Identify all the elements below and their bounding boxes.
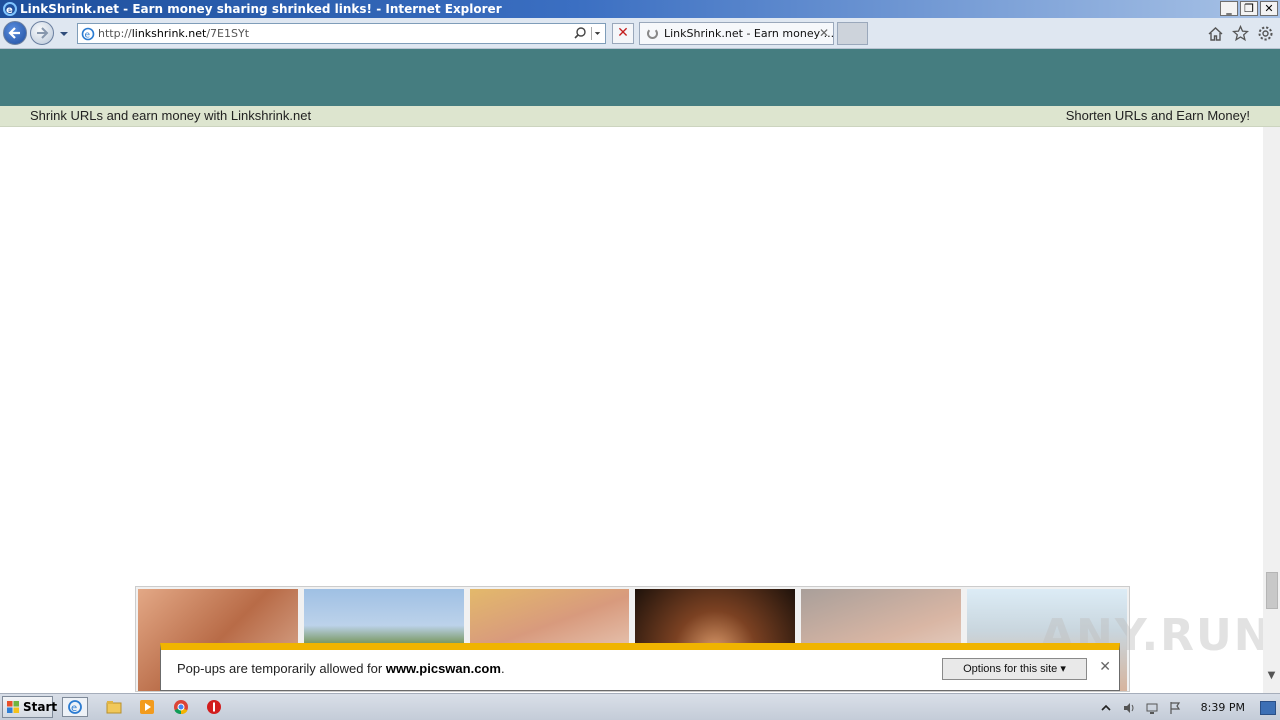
show-desktop-button[interactable] [1260,700,1276,715]
search-icon[interactable] [573,26,587,40]
ie-icon: e [68,700,82,714]
favorites-star-icon[interactable] [1232,25,1249,42]
window-titlebar: e LinkShrink.net - Earn money sharing sh… [0,0,1280,18]
tab-linkshrink[interactable]: LinkShrink.net - Earn money ... ✕ [639,22,834,45]
tagline-left: Shrink URLs and earn money with Linkshri… [30,108,312,123]
start-label: Start [23,700,58,714]
close-window-button[interactable]: ✕ [1260,1,1278,16]
browser-navbar: e http://linkshrink.net/7E1SYt ✕ LinkShr… [0,18,1280,49]
site-header-banner [0,49,1280,106]
new-tab-button[interactable] [837,22,868,45]
taskbar-ie-button[interactable]: e [62,697,88,717]
taskbar-media-player-button[interactable] [136,697,158,717]
popup-notification-message: Pop-ups are temporarily allowed for www.… [177,661,505,676]
forward-button[interactable] [30,21,54,45]
address-dropdown-icon[interactable] [591,27,603,40]
windows-flag-icon [7,701,19,713]
media-player-icon [140,700,154,714]
action-center-flag-icon[interactable] [1168,701,1182,715]
back-button[interactable] [3,21,27,45]
url-path: /7E1SYt [206,27,250,40]
vertical-scrollbar[interactable]: ▼ [1263,127,1280,693]
taskbar-clock[interactable]: 8:39 PM [1201,701,1245,714]
popup-notification-bar: Pop-ups are temporarily allowed for www.… [160,643,1120,691]
tab-close-button[interactable]: ✕ [819,23,829,44]
history-dropdown-icon[interactable] [58,28,70,40]
taskbar-chrome-button[interactable] [170,697,192,717]
network-icon[interactable] [1145,701,1159,715]
url-host: linkshrink.net [131,27,207,40]
page-favicon-icon: e [81,27,95,41]
minimize-button[interactable]: _ [1220,1,1238,16]
show-hidden-icons-icon[interactable] [1099,701,1113,715]
window-title: LinkShrink.net - Earn money sharing shri… [20,2,502,16]
svg-text:e: e [85,31,91,41]
site-tagline-strip: Shrink URLs and earn money with Linkshri… [0,106,1280,127]
svg-text:e: e [71,703,77,714]
home-icon[interactable] [1207,25,1224,42]
options-for-site-button[interactable]: Options for this site ▾ [942,658,1087,680]
notification-close-button[interactable]: ✕ [1099,659,1111,675]
notification-prefix: Pop-ups are temporarily allowed for [177,661,386,676]
notification-site: www.picswan.com [385,661,501,676]
chrome-icon [174,700,188,715]
address-bar[interactable]: e http://linkshrink.net/7E1SYt [77,23,606,44]
loading-spinner-icon [647,28,658,39]
taskbar-explorer-button[interactable] [103,697,125,717]
taskbar-stop-app-button[interactable] [203,697,225,717]
scrollbar-thumb[interactable] [1266,572,1278,609]
back-arrow-icon [8,27,20,39]
system-tray: 8:39 PM [1099,694,1280,720]
url-scheme: http:// [98,27,132,40]
explorer-icon [106,701,122,714]
notification-suffix: . [500,661,505,676]
forward-arrow-icon [37,27,49,39]
restore-button[interactable]: ❐ [1240,1,1258,16]
tagline-right: Shorten URLs and Earn Money! [1065,108,1250,123]
tab-title: LinkShrink.net - Earn money ... [664,27,834,40]
windows-taskbar: Start e 8:39 PM [0,693,1280,720]
start-button[interactable]: Start [2,696,57,718]
scroll-down-arrow-icon[interactable]: ▼ [1265,670,1278,683]
stop-button[interactable]: ✕ [612,23,634,44]
ie-logo-icon: e [3,2,17,16]
svg-text:e: e [6,5,13,16]
settings-gear-icon[interactable] [1257,25,1274,42]
stop-icon [207,700,221,714]
volume-icon[interactable] [1122,701,1136,715]
